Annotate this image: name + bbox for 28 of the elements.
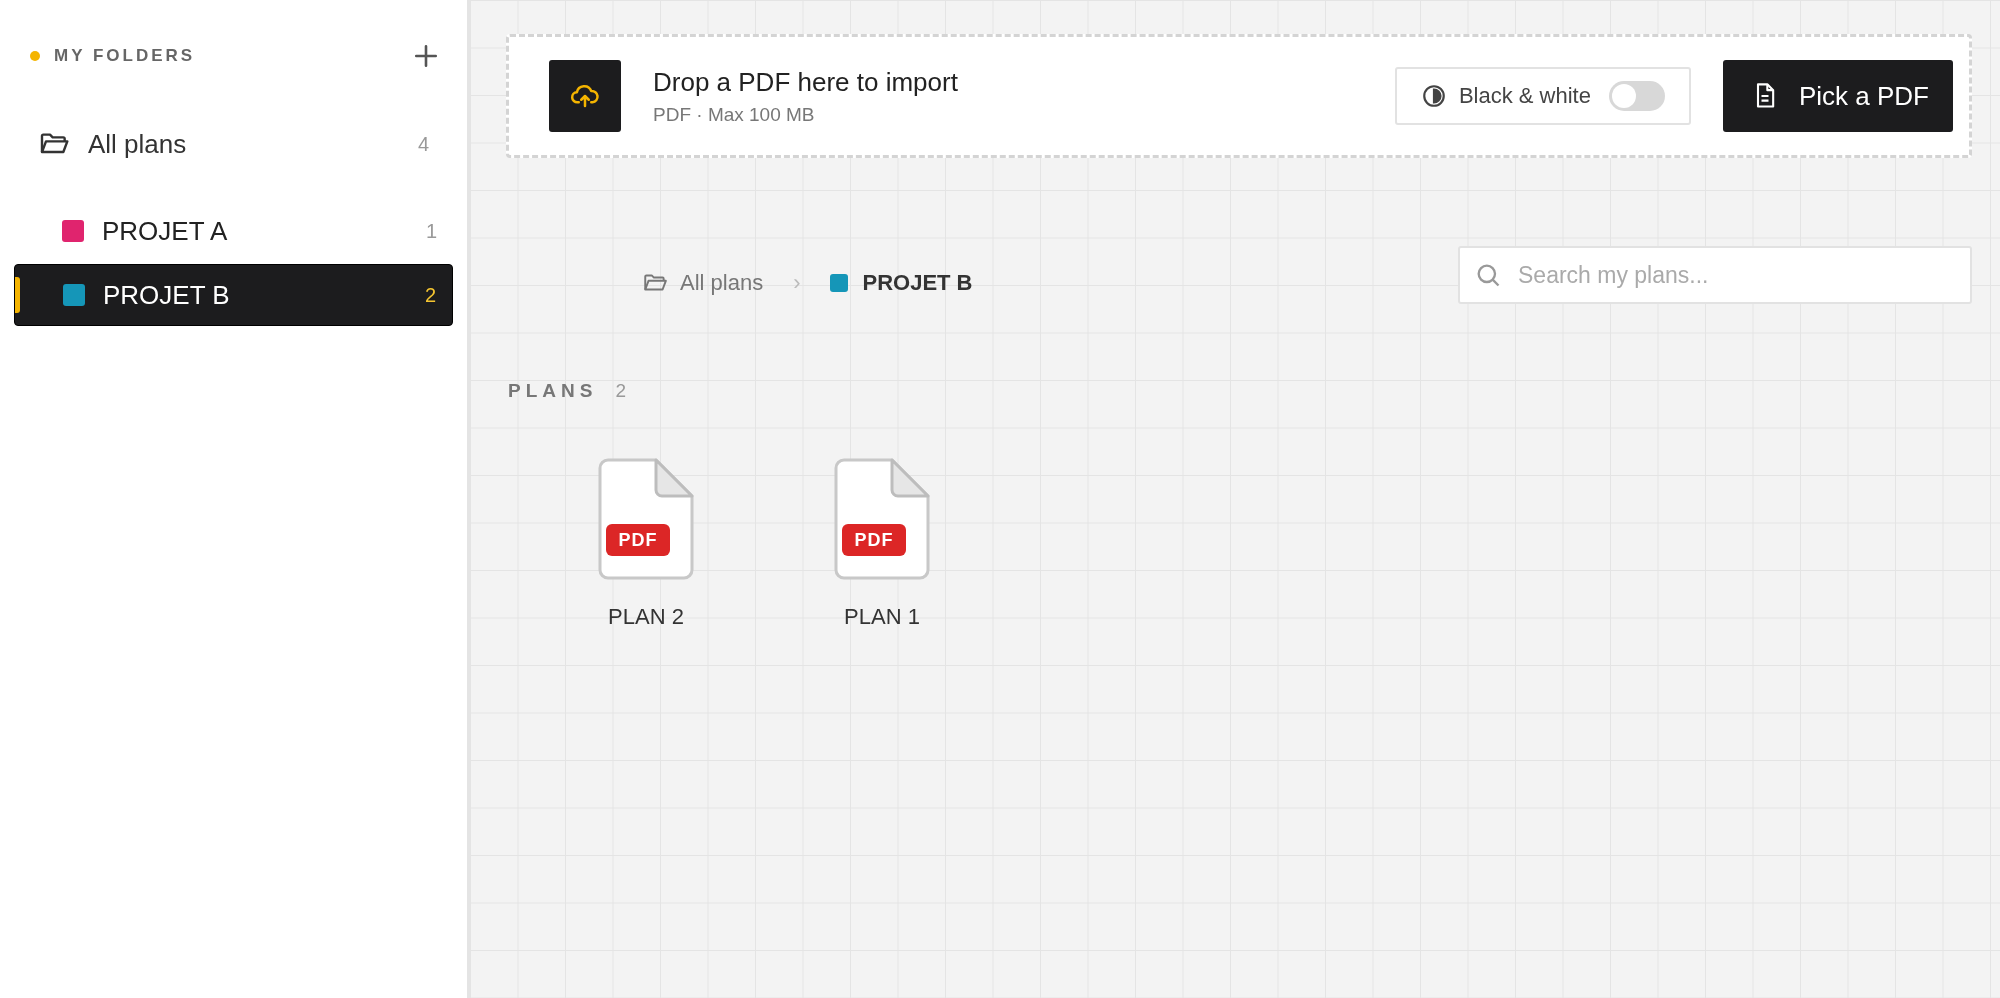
folder-item[interactable]: PROJET A 1 [14,200,453,262]
section-heading: PLANS [508,380,598,402]
folder-count: 2 [424,283,436,307]
breadcrumb-link[interactable]: All plans [642,270,764,296]
section-heading: MY FOLDERS [54,46,197,66]
plan-file[interactable]: PDF PLAN 1 [808,458,956,630]
plan-count: 2 [615,380,626,402]
status-dot [30,51,40,61]
breadcrumb-separator: › [793,270,801,296]
contrast-icon [1420,83,1447,109]
breadcrumb-current: PROJET B [862,270,973,296]
toggle-control[interactable]: Black & white [1394,67,1691,125]
pick-pdf-button[interactable]: Pick a PDF [1722,60,1953,132]
folder-count: 1 [425,219,437,243]
import-hint: PDF · Max 100 MB [653,103,816,126]
folder-label: PROJET B [103,279,231,311]
plan-file[interactable]: PDF PLAN 2 [572,458,720,630]
toggle-switch[interactable] [1608,81,1665,111]
pdf-badge: PDF [606,524,670,556]
folder-item[interactable]: PROJET B 2 [14,264,453,326]
folder-label: PROJET A [102,215,229,247]
import-title: Drop a PDF here to import [653,66,959,98]
pdf-badge: PDF [842,524,906,556]
search-field[interactable]: Search my plans... [1458,246,1972,304]
import-dropzone[interactable]: Drop a PDF here to import PDF · Max 100 MB Black & white Pick a PDF [506,34,1972,158]
add-icon[interactable] [413,43,439,69]
upload-icon [549,60,621,132]
sidebar-item[interactable]: All plans 4 [14,122,453,166]
